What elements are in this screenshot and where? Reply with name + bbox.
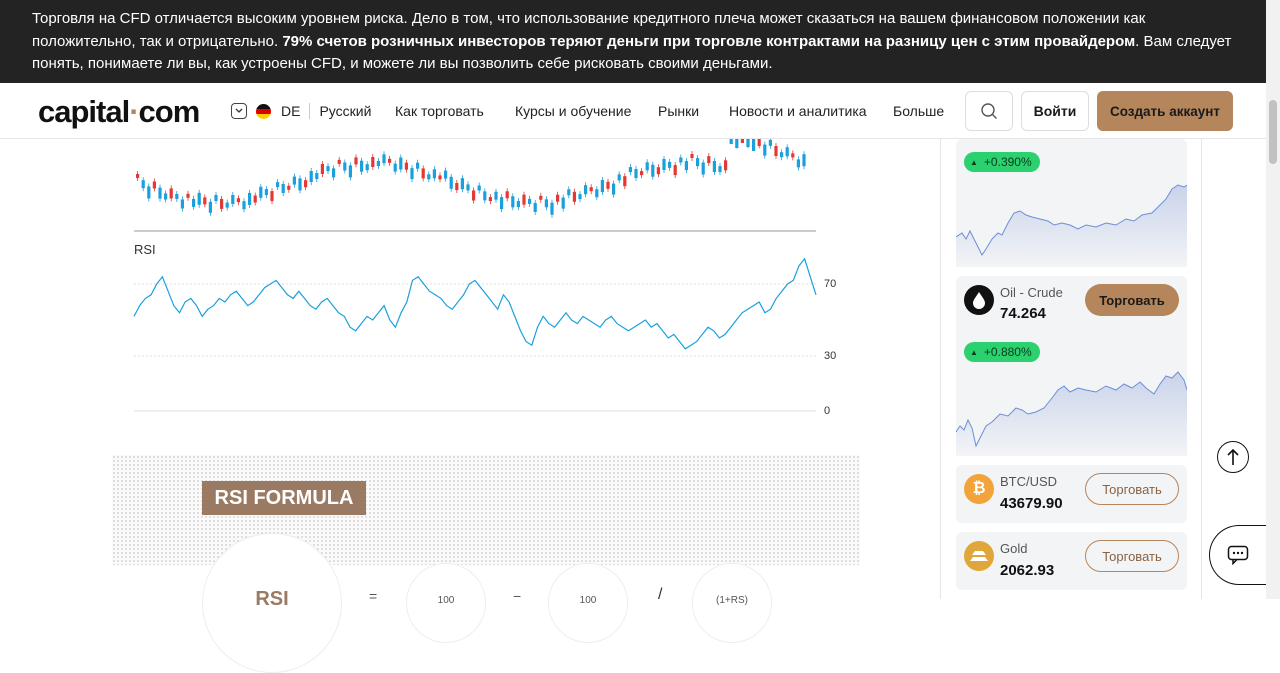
candle	[740, 139, 744, 143]
create-account-button[interactable]: Создать аккаунт	[1097, 91, 1233, 131]
market-card-oil[interactable]: Oil - Crude 74.264 Торговать ▲ +0.880%	[956, 276, 1187, 456]
capital-logo[interactable]: capital·com	[38, 94, 201, 130]
trade-button[interactable]: Торговать	[1085, 284, 1179, 316]
rsi-series-line	[133, 257, 817, 350]
chat-button[interactable]	[1209, 525, 1266, 585]
formula-equals: =	[369, 588, 378, 604]
search-button[interactable]	[965, 91, 1013, 131]
formula-rsi-circle: RSI	[202, 533, 342, 673]
formula-denom: (1+RS)	[716, 595, 748, 606]
nav-news[interactable]: Новости и аналитика	[729, 103, 867, 119]
formula-num1-circle: 100	[406, 563, 486, 643]
rsi-tick-0: 0	[824, 405, 831, 417]
formula-slash: /	[658, 586, 663, 603]
search-icon	[981, 103, 997, 119]
nav-how-to-trade[interactable]: Как торговать	[395, 103, 484, 119]
candle	[729, 139, 733, 144]
risk-warning-banner: Торговля на CFD отличается высоким уровн…	[0, 0, 1266, 83]
arrow-up-icon	[1227, 448, 1239, 465]
formula-num2: 100	[579, 595, 597, 606]
change-badge: ▲ +0.390%	[964, 152, 1040, 172]
market-card-btc[interactable]: ₿ BTC/USD 43679.90 Торговать	[956, 465, 1187, 523]
rsi-tick-30: 30	[824, 350, 837, 362]
market-card-gold[interactable]: Gold 2062.93 Торговать	[956, 532, 1187, 590]
gold-bars-icon	[964, 541, 994, 571]
asset-price: 43679.90	[1000, 495, 1063, 512]
change-badge: ▲ +0.880%	[964, 342, 1040, 362]
formula-rsi-text: RSI	[255, 588, 289, 610]
asset-name: Oil - Crude	[1000, 285, 1063, 300]
change-value: +0.390%	[983, 155, 1032, 169]
nav-courses[interactable]: Курсы и обучение	[515, 103, 631, 119]
language-label[interactable]: Русский	[319, 103, 371, 119]
asset-name: Gold	[1000, 541, 1028, 556]
caret-up-icon: ▲	[970, 157, 978, 167]
sparkline-chart	[956, 371, 1187, 456]
region-code: DE	[281, 103, 301, 119]
trade-button[interactable]: Торговать	[1085, 540, 1179, 572]
rsi-tick-70: 70	[824, 278, 837, 290]
nav-more[interactable]: Больше	[893, 103, 944, 119]
oil-drop-icon	[964, 285, 994, 315]
caret-up-icon: ▲	[970, 347, 978, 357]
region-selector[interactable]: DE Русский	[231, 103, 371, 119]
nav-markets[interactable]: Рынки	[658, 103, 699, 119]
sparkline-chart	[956, 184, 1187, 267]
risk-text-bold: 79% счетов розничных инвесторов теряют д…	[282, 32, 1136, 50]
formula-num1: 100	[437, 595, 455, 606]
rsi-formula-title: RSI FORMULA	[202, 481, 366, 515]
scrollbar-thumb[interactable]	[1269, 100, 1277, 164]
formula-num2-circle: 100	[548, 563, 628, 643]
chevron-down-icon	[231, 103, 247, 119]
market-card-0[interactable]: ▲ +0.390%	[956, 139, 1187, 267]
germany-flag-icon	[256, 103, 271, 119]
logo-dot: ·	[129, 94, 139, 129]
login-button[interactable]: Войти	[1021, 91, 1089, 131]
asset-name: BTC/USD	[1000, 474, 1058, 489]
candlestick-series	[136, 139, 806, 218]
trade-button[interactable]: Торговать	[1085, 473, 1179, 505]
scroll-to-top-button[interactable]	[1217, 441, 1249, 473]
rsi-label: RSI	[134, 242, 156, 257]
price-rsi-chart	[133, 139, 817, 412]
site-header: capital·com DE Русский Как торговать Кур…	[0, 83, 1266, 139]
sparkline-area	[956, 372, 1187, 456]
bitcoin-icon: ₿	[964, 474, 994, 504]
logo-text-2: com	[138, 94, 201, 129]
chat-icon	[1227, 545, 1249, 565]
logo-text-1: capital	[38, 94, 130, 129]
change-value: +0.880%	[983, 345, 1032, 359]
asset-price: 74.264	[1000, 305, 1046, 322]
formula-denom-circle: (1+RS)	[692, 563, 772, 643]
page-scrollbar[interactable]	[1266, 0, 1280, 599]
formula-minus: −	[513, 588, 522, 604]
region-divider	[309, 103, 311, 119]
asset-price: 2062.93	[1000, 562, 1055, 579]
